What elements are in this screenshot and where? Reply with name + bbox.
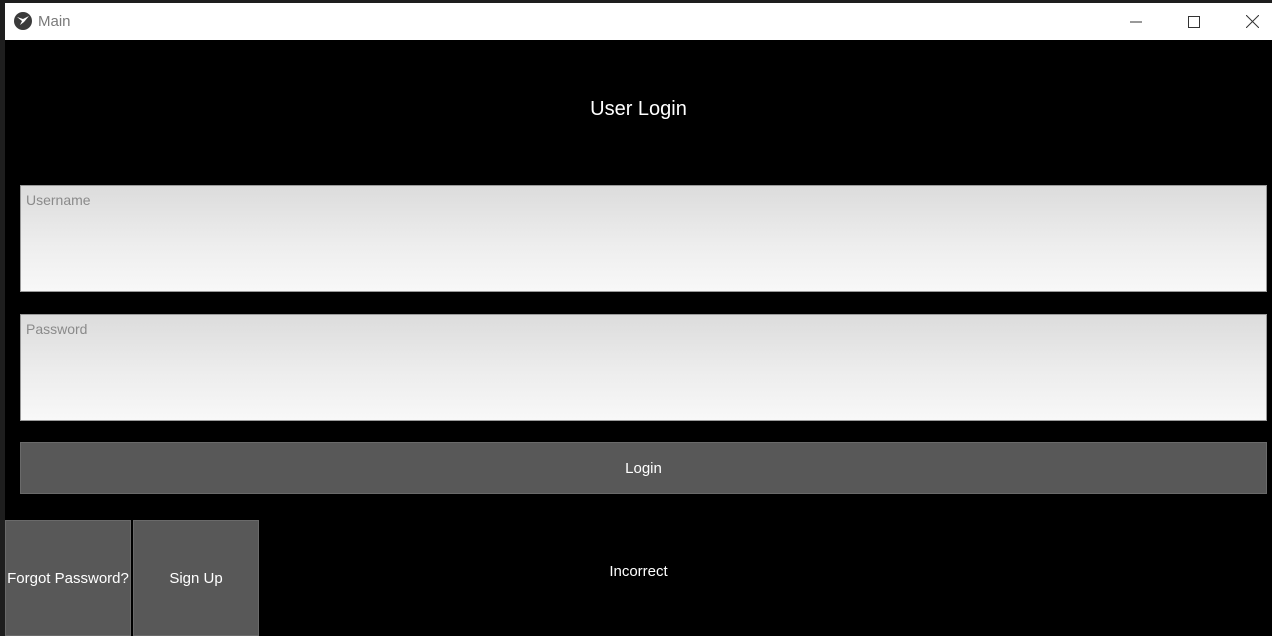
close-icon <box>1245 15 1259 28</box>
password-placeholder: Password <box>26 321 88 337</box>
password-field[interactable]: Password <box>20 314 1267 421</box>
username-placeholder: Username <box>26 192 91 208</box>
window-title: Main <box>38 13 71 30</box>
status-message: Incorrect <box>609 563 668 580</box>
minimize-icon <box>1130 21 1142 22</box>
minimize-button[interactable] <box>1107 3 1165 40</box>
page-title: User Login <box>590 98 687 120</box>
kivy-app-icon <box>14 12 32 30</box>
login-button[interactable]: Login <box>20 442 1267 494</box>
username-field[interactable]: Username <box>20 185 1267 292</box>
close-button[interactable] <box>1223 3 1272 40</box>
app-window: Main User Login Username Password Login … <box>5 3 1272 636</box>
title-bar[interactable]: Main <box>5 3 1272 40</box>
maximize-icon <box>1188 15 1200 28</box>
maximize-button[interactable] <box>1165 3 1223 40</box>
